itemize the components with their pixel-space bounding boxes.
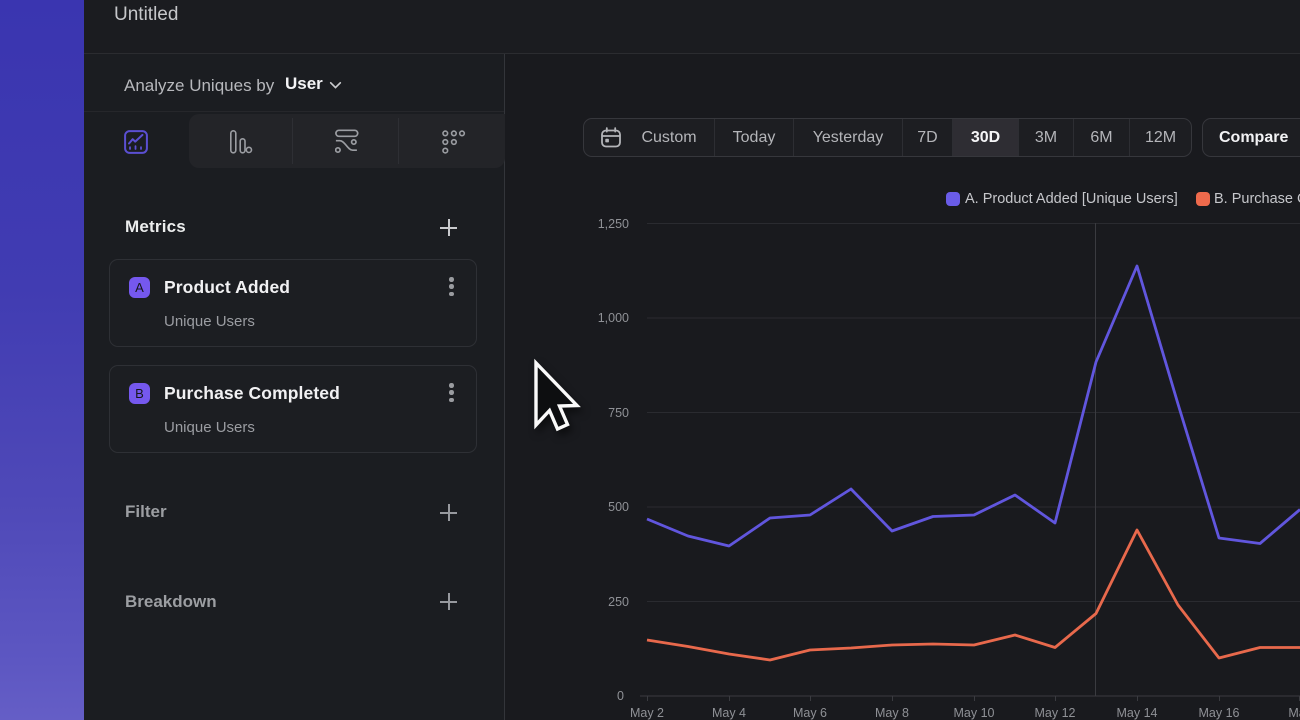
svg-text:750: 750 <box>608 406 629 420</box>
svg-text:May 8: May 8 <box>875 706 909 720</box>
svg-text:May 12: May 12 <box>1035 706 1076 720</box>
svg-text:May 14: May 14 <box>1117 706 1158 720</box>
svg-text:May 2: May 2 <box>630 706 664 720</box>
svg-text:1,250: 1,250 <box>598 217 629 231</box>
svg-text:1,000: 1,000 <box>598 311 629 325</box>
svg-text:May 10: May 10 <box>954 706 995 720</box>
svg-text:500: 500 <box>608 500 629 514</box>
svg-text:250: 250 <box>608 595 629 609</box>
svg-text:May 4: May 4 <box>712 706 746 720</box>
svg-text:Ma: Ma <box>1288 706 1300 720</box>
svg-text:May 6: May 6 <box>793 706 827 720</box>
svg-text:0: 0 <box>617 689 624 703</box>
svg-text:May 16: May 16 <box>1199 706 1240 720</box>
